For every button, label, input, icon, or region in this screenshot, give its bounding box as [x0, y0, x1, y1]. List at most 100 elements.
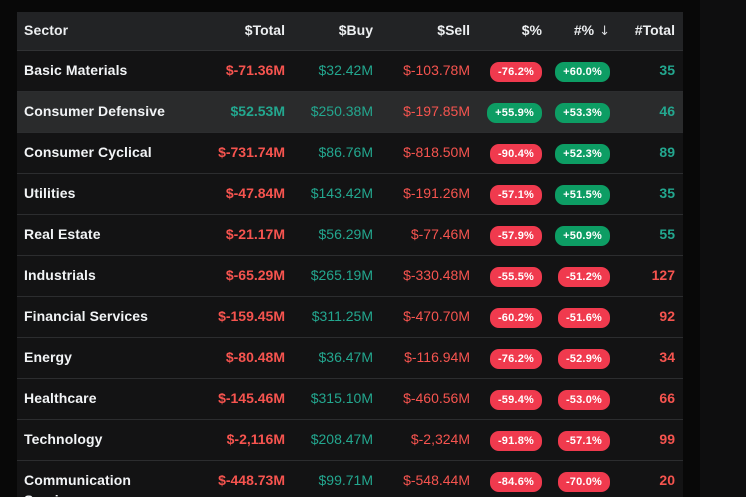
sector-name: Basic Materials: [17, 51, 175, 89]
count-pct-cell: +52.3%: [542, 133, 610, 173]
total-usd-value: $-47.84M: [175, 174, 285, 212]
usd-pct-cell: +55.9%: [470, 92, 542, 132]
count-pct-cell: -53.0%: [542, 379, 610, 419]
total-usd-value: $-731.74M: [175, 133, 285, 171]
table-row-consumer-defensive[interactable]: Consumer Defensive $52.53M $250.38M $-19…: [17, 92, 683, 133]
buy-usd-value: $143.42M: [285, 174, 373, 212]
sector-name: Communication Services: [17, 461, 175, 497]
count-pct-badge: -51.6%: [558, 308, 610, 328]
sector-name: Utilities: [17, 174, 175, 212]
sector-name: Energy: [17, 338, 175, 376]
table-row-technology[interactable]: Technology $-2,116M $208.47M $-2,324M -9…: [17, 420, 683, 461]
sector-name: Technology: [17, 420, 175, 458]
count-pct-badge: +50.9%: [555, 226, 610, 246]
buy-usd-value: $99.71M: [285, 461, 373, 497]
sell-usd-value: $-103.78M: [373, 51, 470, 89]
count-pct-cell: -51.6%: [542, 297, 610, 337]
count-pct-badge: -53.0%: [558, 390, 610, 410]
buy-usd-value: $56.29M: [285, 215, 373, 253]
usd-pct-badge: -60.2%: [490, 308, 542, 328]
column-header-dollar-total[interactable]: $Total: [175, 12, 285, 48]
usd-pct-badge: -59.4%: [490, 390, 542, 410]
column-header-dollar-sell[interactable]: $Sell: [373, 12, 470, 48]
column-header-count-pct[interactable]: #% ↓: [542, 12, 610, 50]
sell-usd-value: $-330.48M: [373, 256, 470, 294]
count-pct-cell: +60.0%: [542, 51, 610, 91]
sector-screener-table: Sector $Total $Buy $Sell $% #% ↓ #Total B…: [17, 12, 683, 497]
usd-pct-cell: -91.8%: [470, 420, 542, 460]
column-header-count-total[interactable]: #Total: [610, 12, 683, 48]
total-usd-value: $-448.73M: [175, 461, 285, 497]
usd-pct-badge: -55.5%: [490, 267, 542, 287]
total-usd-value: $-159.45M: [175, 297, 285, 335]
column-header-dollar-buy[interactable]: $Buy: [285, 12, 373, 48]
usd-pct-cell: -60.2%: [470, 297, 542, 337]
count-pct-badge: -51.2%: [558, 267, 610, 287]
count-pct-cell: -57.1%: [542, 420, 610, 460]
count-total-value: 89: [610, 133, 683, 171]
usd-pct-cell: -84.6%: [470, 461, 542, 497]
count-total-value: 35: [610, 174, 683, 212]
usd-pct-badge: -84.6%: [490, 472, 542, 492]
sector-name: Financial Services: [17, 297, 175, 335]
count-pct-cell: -70.0%: [542, 461, 610, 497]
buy-usd-value: $265.19M: [285, 256, 373, 294]
count-pct-badge: +53.3%: [555, 103, 610, 123]
sell-usd-value: $-2,324M: [373, 420, 470, 458]
usd-pct-badge: -76.2%: [490, 62, 542, 82]
sort-desc-icon: ↓: [599, 24, 610, 39]
table-row-consumer-cyclical[interactable]: Consumer Cyclical $-731.74M $86.76M $-81…: [17, 133, 683, 174]
sell-usd-value: $-191.26M: [373, 174, 470, 212]
count-pct-cell: +51.5%: [542, 174, 610, 214]
table-row-energy[interactable]: Energy $-80.48M $36.47M $-116.94M -76.2%…: [17, 338, 683, 379]
sell-usd-value: $-77.46M: [373, 215, 470, 253]
table-row-healthcare[interactable]: Healthcare $-145.46M $315.10M $-460.56M …: [17, 379, 683, 420]
count-pct-badge: +52.3%: [555, 144, 610, 164]
right-gutter: [700, 0, 746, 497]
total-usd-value: $-80.48M: [175, 338, 285, 376]
total-usd-value: $-71.36M: [175, 51, 285, 89]
total-usd-value: $-2,116M: [175, 420, 285, 458]
sector-name: Healthcare: [17, 379, 175, 417]
usd-pct-cell: -55.5%: [470, 256, 542, 296]
column-header-dollar-pct[interactable]: $%: [470, 12, 542, 48]
table-row-utilities[interactable]: Utilities $-47.84M $143.42M $-191.26M -5…: [17, 174, 683, 215]
sector-name: Consumer Cyclical: [17, 133, 175, 171]
count-pct-cell: -52.9%: [542, 338, 610, 378]
table-row-communication-services[interactable]: Communication Services $-448.73M $99.71M…: [17, 461, 683, 497]
table-row-financial-services[interactable]: Financial Services $-159.45M $311.25M $-…: [17, 297, 683, 338]
count-pct-badge: -52.9%: [558, 349, 610, 369]
sell-usd-value: $-460.56M: [373, 379, 470, 417]
sell-usd-value: $-197.85M: [373, 92, 470, 130]
usd-pct-cell: -76.2%: [470, 51, 542, 91]
buy-usd-value: $208.47M: [285, 420, 373, 458]
usd-pct-badge: -90.4%: [490, 144, 542, 164]
count-total-value: 92: [610, 297, 683, 335]
count-pct-label: #%: [574, 22, 594, 38]
count-pct-badge: +51.5%: [555, 185, 610, 205]
total-usd-value: $-145.46M: [175, 379, 285, 417]
buy-usd-value: $250.38M: [285, 92, 373, 130]
buy-usd-value: $86.76M: [285, 133, 373, 171]
total-usd-value: $-21.17M: [175, 215, 285, 253]
count-pct-cell: -51.2%: [542, 256, 610, 296]
count-total-value: 46: [610, 92, 683, 130]
count-total-value: 127: [610, 256, 683, 294]
usd-pct-badge: -76.2%: [490, 349, 542, 369]
count-total-value: 55: [610, 215, 683, 253]
table-row-real-estate[interactable]: Real Estate $-21.17M $56.29M $-77.46M -5…: [17, 215, 683, 256]
column-header-sector[interactable]: Sector: [17, 12, 175, 48]
count-total-value: 66: [610, 379, 683, 417]
table-row-basic-materials[interactable]: Basic Materials $-71.36M $32.42M $-103.7…: [17, 51, 683, 92]
table-row-industrials[interactable]: Industrials $-65.29M $265.19M $-330.48M …: [17, 256, 683, 297]
usd-pct-cell: -59.4%: [470, 379, 542, 419]
sell-usd-value: $-470.70M: [373, 297, 470, 335]
usd-pct-cell: -57.9%: [470, 215, 542, 255]
sector-name: Real Estate: [17, 215, 175, 253]
usd-pct-badge: +55.9%: [487, 103, 542, 123]
usd-pct-cell: -90.4%: [470, 133, 542, 173]
sell-usd-value: $-818.50M: [373, 133, 470, 171]
usd-pct-cell: -76.2%: [470, 338, 542, 378]
count-total-value: 34: [610, 338, 683, 376]
count-total-value: 35: [610, 51, 683, 89]
